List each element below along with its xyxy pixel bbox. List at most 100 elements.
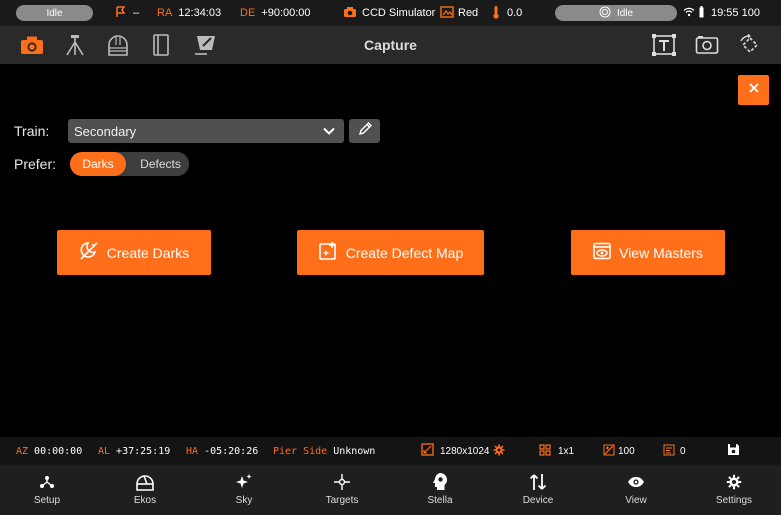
nav-device-label: Device (522, 495, 554, 506)
nav-ekos-label: Ekos (133, 495, 157, 506)
nav-sky-label: Sky (235, 495, 253, 506)
binning-grid-icon (539, 443, 551, 459)
ha-value: -05:20:26 (204, 445, 259, 457)
status-bar: Idle – RA 12:34:03 DE +90:00:00 CCD Simu… (0, 0, 781, 26)
left-status-pill[interactable]: Idle (16, 0, 93, 26)
resolution-value: 1280x1024 (440, 445, 490, 457)
gain-icon (603, 444, 615, 459)
top-toolbar: Capture (0, 26, 781, 64)
nav-targets-label: Targets (325, 495, 359, 506)
flat-panel-icon[interactable] (193, 33, 217, 57)
de-readout: DE +90:00:00 (240, 0, 311, 26)
nav-stella[interactable]: Stella (405, 465, 475, 515)
ra-label: RA (157, 7, 173, 19)
de-label: DE (240, 7, 256, 19)
info-bar: AZ 00:00:00 AL +37:25:19 HA -05:20:26 Pi… (0, 437, 781, 465)
wifi-icon (683, 7, 695, 20)
nav-view[interactable]: View (601, 465, 671, 515)
targets-crosshair-icon (333, 465, 351, 493)
filter-icon (440, 5, 454, 21)
chevron-down-icon (322, 124, 336, 141)
system-tray: 19:55 100 (683, 0, 760, 26)
ha-label: HA (186, 445, 199, 457)
prefer-label: Prefer: (14, 156, 57, 172)
ha-readout: HA -05:20:26 (186, 437, 258, 465)
create-defect-map-button[interactable]: Create Defect Map (297, 230, 484, 275)
view-masters-label: View Masters (619, 244, 703, 261)
al-readout: AL +37:25:19 (98, 437, 170, 465)
nav-targets[interactable]: Targets (307, 465, 377, 515)
pier-side-label: Pier Side (273, 445, 328, 457)
camera-indicator[interactable]: CCD Simulator (343, 0, 435, 26)
save-icon (727, 443, 740, 459)
pier-side-readout: Pier Side Unknown (273, 437, 375, 465)
stella-head-icon (431, 465, 449, 493)
offset-icon (663, 444, 675, 459)
right-status-pill[interactable]: Idle (555, 0, 677, 26)
notebook-icon[interactable] (149, 33, 173, 57)
pencil-icon (357, 121, 373, 142)
view-masters-button[interactable]: View Masters (571, 230, 725, 275)
de-value: +90:00:00 (261, 7, 311, 19)
gain-readout[interactable]: 100 (603, 437, 635, 465)
close-icon (748, 81, 760, 99)
eye-icon (627, 465, 645, 493)
nav-device[interactable]: Device (503, 465, 573, 515)
observatory-icon[interactable] (106, 33, 130, 57)
camera-label: CCD Simulator (362, 7, 436, 19)
add-photo-icon (318, 241, 338, 264)
train-value: Secondary (74, 123, 137, 139)
edit-train-button[interactable] (349, 119, 380, 143)
close-button[interactable] (738, 75, 769, 105)
az-value: 00:00:00 (34, 445, 83, 457)
tripod-icon[interactable] (63, 33, 87, 57)
frame-size-icon (421, 443, 434, 459)
text-frame-icon[interactable] (652, 33, 676, 57)
settings-gear-icon[interactable] (493, 444, 505, 459)
al-label: AL (98, 445, 111, 457)
nav-ekos[interactable]: Ekos (110, 465, 180, 515)
az-readout: AZ 00:00:00 (16, 437, 82, 465)
nav-setup-label: Setup (33, 495, 61, 506)
al-value: +37:25:19 (116, 445, 171, 457)
nav-stella-label: Stella (427, 495, 453, 506)
create-defect-map-label: Create Defect Map (345, 244, 464, 261)
ra-readout: RA 12:34:03 (157, 0, 221, 26)
resolution-readout[interactable]: 1280x1024 (421, 437, 505, 465)
prefer-defects-option[interactable]: Defects (132, 152, 189, 176)
temperature-indicator: 0.0 (492, 0, 522, 26)
create-darks-label: Create Darks (106, 244, 190, 261)
flag-icon (115, 5, 127, 21)
prefer-toggle-group: Darks Defects (70, 152, 189, 176)
nav-setup[interactable]: Setup (12, 465, 82, 515)
ekos-icon (135, 465, 155, 493)
train-label: Train: (14, 123, 50, 139)
offset-value: 0 (680, 445, 686, 457)
flag-value: – (133, 7, 140, 19)
binning-readout[interactable]: 1x1 (539, 437, 574, 465)
filter-indicator[interactable]: Red (440, 0, 478, 26)
view-window-icon (593, 242, 611, 263)
thermometer-icon (492, 5, 500, 22)
dark-frames-icon (79, 241, 99, 264)
pier-side-value: Unknown (333, 445, 376, 457)
camera-status-icon (343, 6, 357, 21)
setup-icon (39, 465, 55, 493)
battery-icon (698, 5, 705, 21)
nav-settings[interactable]: Settings (699, 465, 769, 515)
create-darks-button[interactable]: Create Darks (57, 230, 211, 275)
gain-value: 100 (618, 445, 635, 457)
target-icon (599, 6, 611, 21)
save-button[interactable] (727, 437, 740, 465)
screenshot-icon[interactable] (695, 33, 719, 57)
binning-value: 1x1 (558, 445, 575, 457)
right-status-label: Idle (616, 7, 634, 19)
train-select[interactable]: Secondary (68, 119, 344, 143)
sky-sparkle-icon (235, 465, 253, 493)
rotate-icon[interactable] (738, 33, 762, 57)
prefer-darks-option[interactable]: Darks (70, 152, 126, 176)
temperature-value: 0.0 (507, 7, 523, 19)
camera-icon[interactable] (20, 33, 44, 57)
offset-readout[interactable]: 0 (663, 437, 686, 465)
nav-sky[interactable]: Sky (209, 465, 279, 515)
